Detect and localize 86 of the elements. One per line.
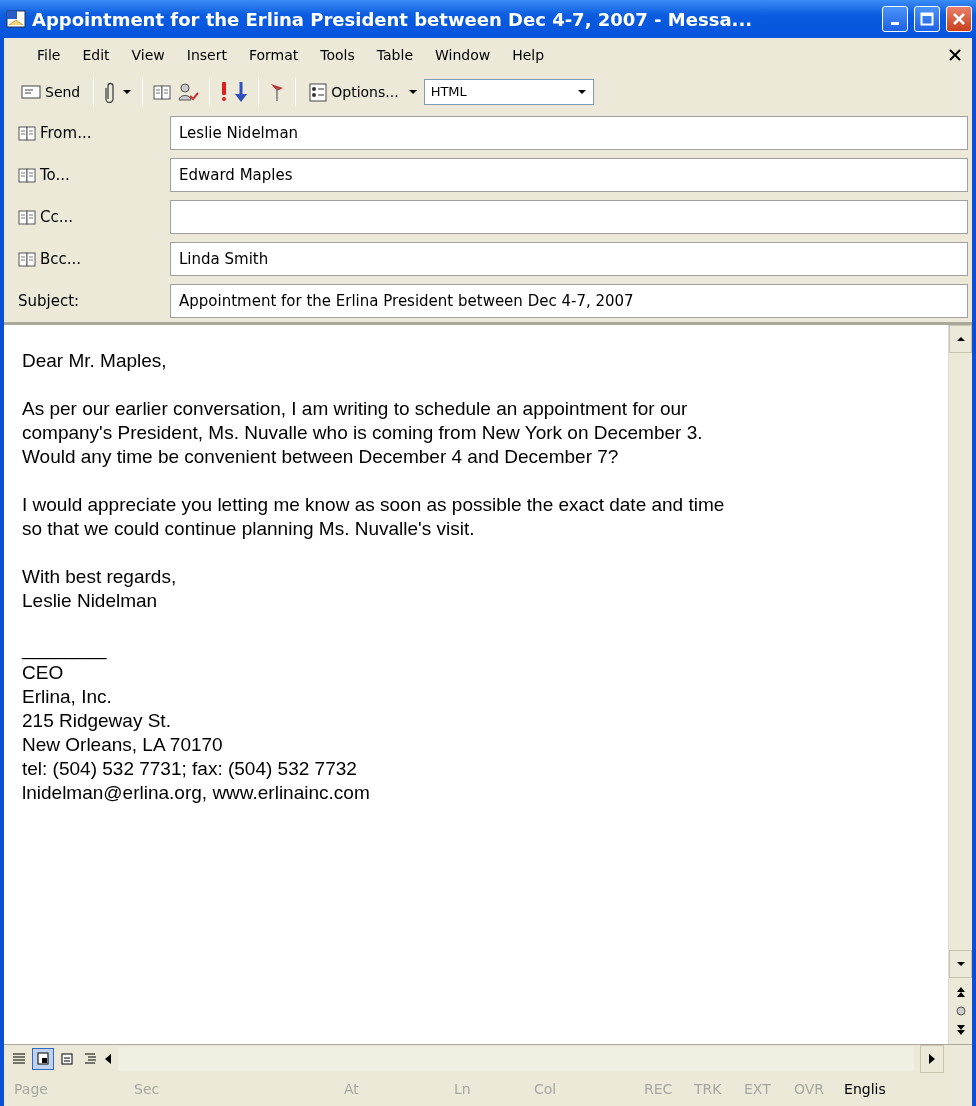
view-icon (83, 1051, 99, 1066)
address-button[interactable]: Bcc... (40, 247, 82, 271)
body-text-line: Leslie Nidelman (22, 589, 159, 613)
address-book-icon[interactable] (18, 208, 36, 226)
options-icon (309, 82, 328, 102)
address-button[interactable]: Cc... (40, 205, 74, 229)
scroll-up-button[interactable] (949, 325, 972, 353)
address-button[interactable]: To... (40, 163, 70, 187)
close-button[interactable] (946, 6, 972, 32)
view-icon (35, 1051, 51, 1066)
body-text-line: so that we could continue planning Ms. Nuvalle's visit. (22, 517, 476, 541)
address-book-icon[interactable] (153, 83, 172, 101)
status-item: EXT (743, 1079, 772, 1099)
menu-item[interactable]: View (120, 42, 176, 68)
menu-item[interactable]: Window (424, 42, 502, 68)
address-button[interactable]: From... (40, 121, 92, 145)
input-field[interactable]: Appointment for the Erlina President between Dec 4-7, 2007 (170, 284, 968, 318)
body-text-line: CEO (22, 661, 65, 685)
caret-icon (576, 89, 587, 95)
window-title: Appointment for the Erlina President between Dec 4-7, 2007 - Messa... (32, 7, 754, 32)
status-item: At (343, 1079, 360, 1099)
exclamation-icon[interactable] (220, 81, 229, 103)
minimize-button[interactable] (882, 6, 908, 32)
body-text-line: With best regards, (22, 565, 178, 589)
paperclip-icon[interactable] (104, 81, 117, 103)
browse-object-icon[interactable] (955, 1006, 966, 1016)
status-item: Col (533, 1079, 558, 1099)
body-text-line: ________ (22, 637, 108, 661)
body-text-line: tel: (504) 532 7731; fax: (504) 532 7732 (22, 757, 358, 781)
up-arrow-icon (955, 336, 966, 342)
input-field[interactable]: Leslie Nidelman (170, 116, 968, 150)
left-arrow-icon[interactable] (104, 1052, 112, 1065)
app-icon (6, 10, 26, 28)
down-arrow-icon (955, 961, 966, 967)
minimize-icon (891, 22, 899, 25)
status-item: Sec (133, 1079, 161, 1099)
status-item: Page (13, 1079, 49, 1099)
status-item: Englis (843, 1079, 887, 1099)
previous-page-icon[interactable] (955, 986, 966, 998)
web-layout-button[interactable] (32, 1047, 54, 1070)
caret-icon[interactable] (407, 89, 418, 95)
field-label: Subject: (18, 290, 80, 312)
format-dropdown[interactable]: HTML (423, 79, 594, 105)
maximize-button[interactable] (914, 6, 940, 32)
body-text-line: 215 Ridgeway St. (22, 709, 172, 733)
menu-item[interactable]: File (26, 42, 72, 68)
body-text-line: Dear Mr. Maples, (22, 349, 168, 373)
maximize-icon (920, 12, 934, 26)
down-arrow-icon[interactable] (234, 81, 249, 103)
check-names-icon[interactable] (177, 82, 200, 102)
close-icon[interactable] (948, 48, 962, 62)
caret-icon[interactable] (122, 89, 133, 95)
input-field[interactable] (170, 200, 968, 234)
menu-item[interactable]: Help (501, 42, 556, 68)
body-text-line: Erlina, Inc. (22, 685, 113, 709)
status-item: REC (643, 1079, 674, 1099)
close-icon (952, 12, 966, 26)
address-book-icon[interactable] (18, 124, 36, 142)
address-book-icon[interactable] (18, 166, 36, 184)
body-text-line: As per our earlier conversation, I am writing to schedule an appointment for our (22, 397, 689, 421)
menu-item[interactable]: Tools (309, 42, 366, 68)
next-page-icon[interactable] (955, 1024, 966, 1036)
status-item: OVR (793, 1079, 826, 1099)
body-text-line: I would appreciate you letting me know as soon as possible the exact date and time (22, 493, 726, 517)
body-text-line: company's President, Ms. Nuvalle who is coming from New York on December 3. (22, 421, 704, 445)
status-item: Ln (453, 1079, 472, 1099)
menu-item[interactable]: Format (237, 42, 310, 68)
scrollbar-track[interactable] (118, 1046, 914, 1071)
scroll-right-button[interactable] (920, 1044, 944, 1073)
body-text-line: New Orleans, LA 70170 (22, 733, 224, 757)
body-text-line: lnidelman@erlina.org, www.erlinainc.com (22, 781, 371, 805)
send-button[interactable]: Send (18, 79, 84, 105)
send-icon (21, 84, 41, 100)
view-icon (11, 1051, 27, 1066)
scroll-down-button[interactable] (949, 950, 972, 978)
menu-item[interactable]: Table (365, 42, 424, 68)
view-icon (59, 1051, 75, 1066)
address-book-icon[interactable] (18, 250, 36, 268)
input-field[interactable]: Edward Maples (170, 158, 968, 192)
right-arrow-icon (928, 1052, 936, 1065)
menu-item[interactable]: Insert (175, 42, 238, 68)
menu-item[interactable]: Edit (71, 42, 121, 68)
body-text-line: Would any time be convenient between December 4 and December 7? (22, 445, 620, 469)
options-button[interactable]: Options... (306, 79, 402, 105)
input-field[interactable]: Linda Smith (170, 242, 968, 276)
status-item: TRK (693, 1079, 723, 1099)
